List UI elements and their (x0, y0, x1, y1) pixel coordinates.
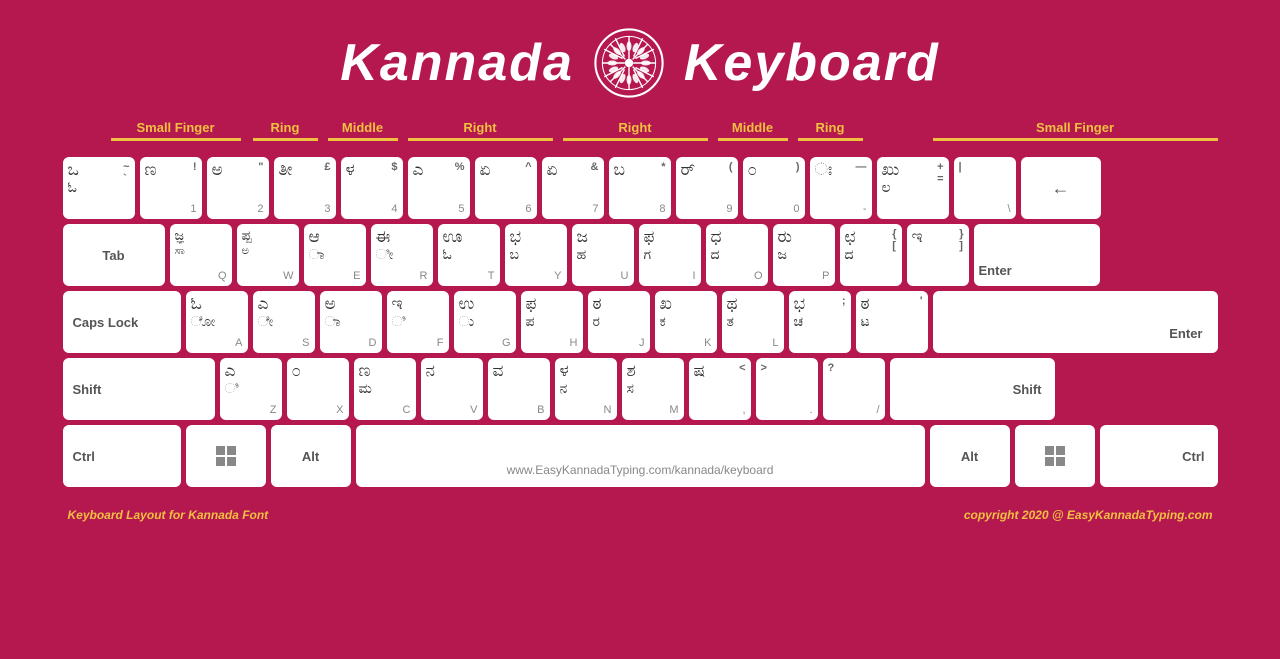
key-s[interactable]: ಎೇ S (253, 291, 315, 353)
key-tab[interactable]: Tab (63, 224, 165, 286)
row-bottom: Ctrl Alt www.EasyKannadaTyping.com/kanna… (63, 425, 1218, 487)
key-backslash[interactable]: | \ (954, 157, 1016, 219)
ashoka-wheel-icon (594, 28, 664, 98)
key-j[interactable]: ಠರ J (588, 291, 650, 353)
key-0[interactable]: ೦ ) 0 (743, 157, 805, 219)
key-semicolon[interactable]: ಭಚ ; (789, 291, 851, 353)
finger-label-small-finger-right: Small Finger (933, 120, 1218, 141)
finger-label-middle-right: Middle (718, 120, 788, 141)
key-win-right[interactable] (1015, 425, 1095, 487)
key-ctrl-left[interactable]: Ctrl (63, 425, 181, 487)
row-zxcv: Shift ಎಿ Z ೦ X ಣಮ C ನ V (63, 358, 1218, 420)
key-2[interactable]: ಅ " 2 (207, 157, 269, 219)
footer-right: copyright 2020 @ EasyKannadaTyping.com (964, 508, 1213, 522)
title-right: Keyboard (684, 33, 940, 93)
key-d[interactable]: ಅಾ D (320, 291, 382, 353)
key-o[interactable]: ಧದ O (706, 224, 768, 286)
key-7[interactable]: ಏ & 7 (542, 157, 604, 219)
key-c[interactable]: ಣಮ C (354, 358, 416, 420)
key-m[interactable]: ಶಸ M (622, 358, 684, 420)
key-8[interactable]: ಬ * 8 (609, 157, 671, 219)
key-k[interactable]: ಖಕ K (655, 291, 717, 353)
key-6[interactable]: ಏ ^ 6 (475, 157, 537, 219)
key-f[interactable]: ಇಿ F (387, 291, 449, 353)
row-numbers: ಒಓ ~` ಣ ! 1 ಅ " 2 ತೀ £ 3 (63, 157, 1218, 219)
key-bracket-right[interactable]: ಇ }] (907, 224, 969, 286)
key-n[interactable]: ಳನ N (555, 358, 617, 420)
key-minus[interactable]: ಃ — - (810, 157, 872, 219)
key-backtick[interactable]: ಒಓ ~` (63, 157, 135, 219)
key-v[interactable]: ನ V (421, 358, 483, 420)
keyboard: ಒಓ ~` ಣ ! 1 ಅ " 2 ತೀ £ 3 (63, 157, 1218, 492)
row-qwerty: Tab ಜ್ಞಸಾ Q ಪ್ಪಅ W ಆಾ E ಈೀ R (63, 224, 1218, 286)
key-y[interactable]: ಭಬ Y (505, 224, 567, 286)
key-shift-right[interactable]: Shift (890, 358, 1055, 420)
key-a[interactable]: ಓೋ A (186, 291, 248, 353)
key-alt-right[interactable]: Alt (930, 425, 1010, 487)
key-win-left[interactable] (186, 425, 266, 487)
key-3[interactable]: ತೀ £ 3 (274, 157, 336, 219)
key-shift-left[interactable]: Shift (63, 358, 215, 420)
windows-icon-right (1043, 444, 1067, 468)
footer-left: Keyboard Layout for Kannada Font (68, 508, 269, 522)
key-w[interactable]: ಪ್ಪಅ W (237, 224, 299, 286)
key-ctrl-right[interactable]: Ctrl (1100, 425, 1218, 487)
key-q[interactable]: ಜ್ಞಸಾ Q (170, 224, 232, 286)
key-i[interactable]: ಫಗ I (639, 224, 701, 286)
finger-label-middle-left: Middle (328, 120, 398, 141)
finger-label-small-finger-left: Small Finger (111, 120, 241, 141)
key-quote[interactable]: ಠಟ ' (856, 291, 928, 353)
key-space[interactable]: www.EasyKannadaTyping.com/kannada/keyboa… (356, 425, 925, 487)
key-r[interactable]: ಈೀ R (371, 224, 433, 286)
space-url: www.EasyKannadaTyping.com/kannada/keyboa… (361, 463, 920, 483)
key-comma[interactable]: ಷ < , (689, 358, 751, 420)
title-left: Kannada (340, 33, 574, 93)
key-e[interactable]: ಆಾ E (304, 224, 366, 286)
key-enter-wide[interactable]: Enter (933, 291, 1218, 353)
key-bracket-left[interactable]: ಛದ {[ (840, 224, 902, 286)
key-t[interactable]: ಊಓ T (438, 224, 500, 286)
key-x[interactable]: ೦ X (287, 358, 349, 420)
key-slash[interactable]: ? / (823, 358, 885, 420)
key-equals[interactable]: ಖುಲ += (877, 157, 949, 219)
title-area: Kannada (340, 28, 939, 98)
row-asdf: Caps Lock ಓೋ A ಎೇ S ಅಾ D ಇಿ F (63, 291, 1218, 353)
key-u[interactable]: ಜಹ U (572, 224, 634, 286)
key-b[interactable]: ವ B (488, 358, 550, 420)
key-l[interactable]: ಥತ L (722, 291, 784, 353)
key-enter[interactable]: Enter (974, 224, 1100, 286)
finger-label-ring-right: Ring (798, 120, 863, 141)
key-5[interactable]: ಎ % 5 (408, 157, 470, 219)
key-1[interactable]: ಣ ! 1 (140, 157, 202, 219)
bottom-bar: Keyboard Layout for Kannada Font copyrig… (63, 508, 1218, 522)
key-backspace[interactable]: ← (1021, 157, 1101, 219)
key-h[interactable]: ಫಪ H (521, 291, 583, 353)
key-p[interactable]: ರುಜ P (773, 224, 835, 286)
windows-icon (214, 444, 238, 468)
finger-label-ring-left: Ring (253, 120, 318, 141)
key-z[interactable]: ಎಿ Z (220, 358, 282, 420)
finger-label-right-left: Right (408, 120, 553, 141)
key-g[interactable]: ಉು G (454, 291, 516, 353)
key-9[interactable]: ರ್ ( 9 (676, 157, 738, 219)
finger-label-right-right: Right (563, 120, 708, 141)
finger-labels: Small Finger Ring Middle Right Right Mid… (63, 120, 1218, 155)
key-4[interactable]: ಳ $ 4 (341, 157, 403, 219)
key-alt-left[interactable]: Alt (271, 425, 351, 487)
key-period[interactable]: > . (756, 358, 818, 420)
key-caps-lock[interactable]: Caps Lock (63, 291, 181, 353)
